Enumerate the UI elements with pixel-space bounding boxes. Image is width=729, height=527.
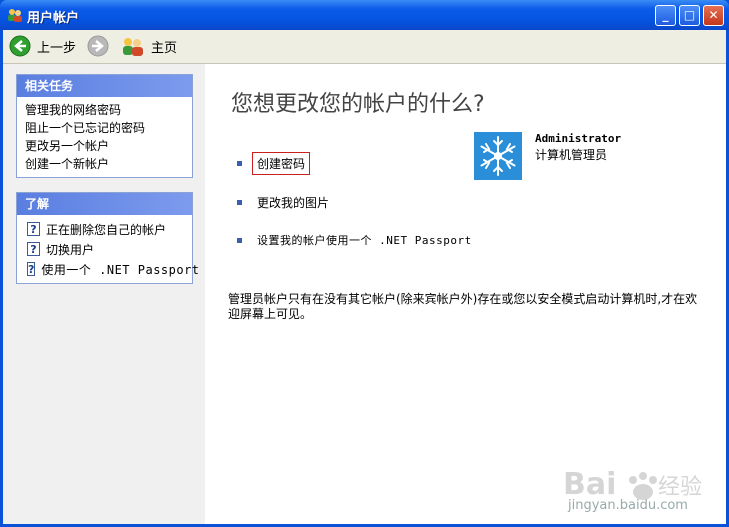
task-label: 设置我的帐户使用一个 .NET Passport [257,234,472,247]
main-content: 您想更改您的帐户的什么? 创建密码 更改我的图片 设置我的帐户使用一个 .NET… [205,64,726,524]
admin-visibility-note: 管理员帐户只有在没有其它帐户(除来宾帐户外)存在或您以安全模式启动计算机时,才在… [228,292,698,321]
title-bar[interactable]: 用户帐户 _ □ ✕ [0,0,729,30]
back-button[interactable]: 上一步 [9,34,76,58]
snowflake-avatar-icon [474,132,522,180]
home-users-icon [123,38,143,56]
task-change-picture[interactable]: 更改我的图片 [237,194,329,211]
page-title: 您想更改您的帐户的什么? [231,92,485,117]
forward-arrow-icon [87,35,109,57]
help-icon: ? [27,222,40,236]
user-accounts-window: 用户帐户 _ □ ✕ 上一步 主页 相关任务 管理我的网络密码 阻止一个已忘记的… [0,0,729,527]
task-label: 更改我的图片 [257,196,330,210]
bullet-icon [237,161,242,166]
svg-text:经验: 经验 [658,475,702,500]
user-accounts-icon [8,9,22,22]
task-label: 创建密码 [252,152,311,175]
user-name: Administrator [535,132,622,145]
back-arrow-icon [9,35,31,57]
task-net-passport[interactable]: 设置我的帐户使用一个 .NET Passport [237,232,472,248]
learn-about-header: 了解 [17,193,192,215]
learn-link[interactable]: ? 正在删除您自己的帐户 [17,219,192,239]
learn-link[interactable]: ? 使用一个 .NET Passport [17,259,199,279]
help-icon: ? [27,262,36,276]
home-button[interactable]: 主页 [121,34,177,58]
left-sidebar: 相关任务 管理我的网络密码 阻止一个已忘记的密码 更改另一个帐户 创建一个新帐户… [3,64,205,524]
maximize-button[interactable]: □ [679,5,700,26]
related-task-link[interactable]: 创建一个新帐户 [17,155,192,173]
learn-link-label: 使用一个 .NET Passport [41,262,200,277]
user-role: 计算机管理员 [535,148,608,162]
learn-about-panel: 了解 ? 正在删除您自己的帐户 ? 切换用户 ? 使用一个 .NET Passp… [16,192,199,284]
forward-button[interactable] [87,34,109,58]
svg-text:Bai: Bai [563,467,616,502]
learn-link-label: 切换用户 [46,242,95,257]
bullet-icon [237,200,242,205]
window-title: 用户帐户 [27,11,80,26]
learn-link[interactable]: ? 切换用户 [17,239,192,259]
related-task-link[interactable]: 管理我的网络密码 [17,101,192,119]
watermark-url: jingyan.baidu.com [568,498,688,513]
help-icon: ? [27,242,40,256]
close-button[interactable]: ✕ [703,5,724,26]
learn-link-label: 正在删除您自己的帐户 [46,222,167,237]
related-task-link[interactable]: 更改另一个帐户 [17,137,192,155]
window-client-area: 上一步 主页 相关任务 管理我的网络密码 阻止一个已忘记的密码 更改另一个帐户 … [3,30,726,524]
back-label: 上一步 [37,40,77,56]
minimize-button[interactable]: _ [655,5,676,26]
toolbar: 上一步 主页 [3,30,726,64]
home-label: 主页 [151,40,178,56]
related-tasks-panel: 相关任务 管理我的网络密码 阻止一个已忘记的密码 更改另一个帐户 创建一个新帐户 [16,74,193,178]
bullet-icon [237,237,242,243]
related-tasks-header: 相关任务 [17,75,192,97]
task-create-password[interactable]: 创建密码 [237,152,311,175]
related-task-link[interactable]: 阻止一个已忘记的密码 [17,119,192,137]
